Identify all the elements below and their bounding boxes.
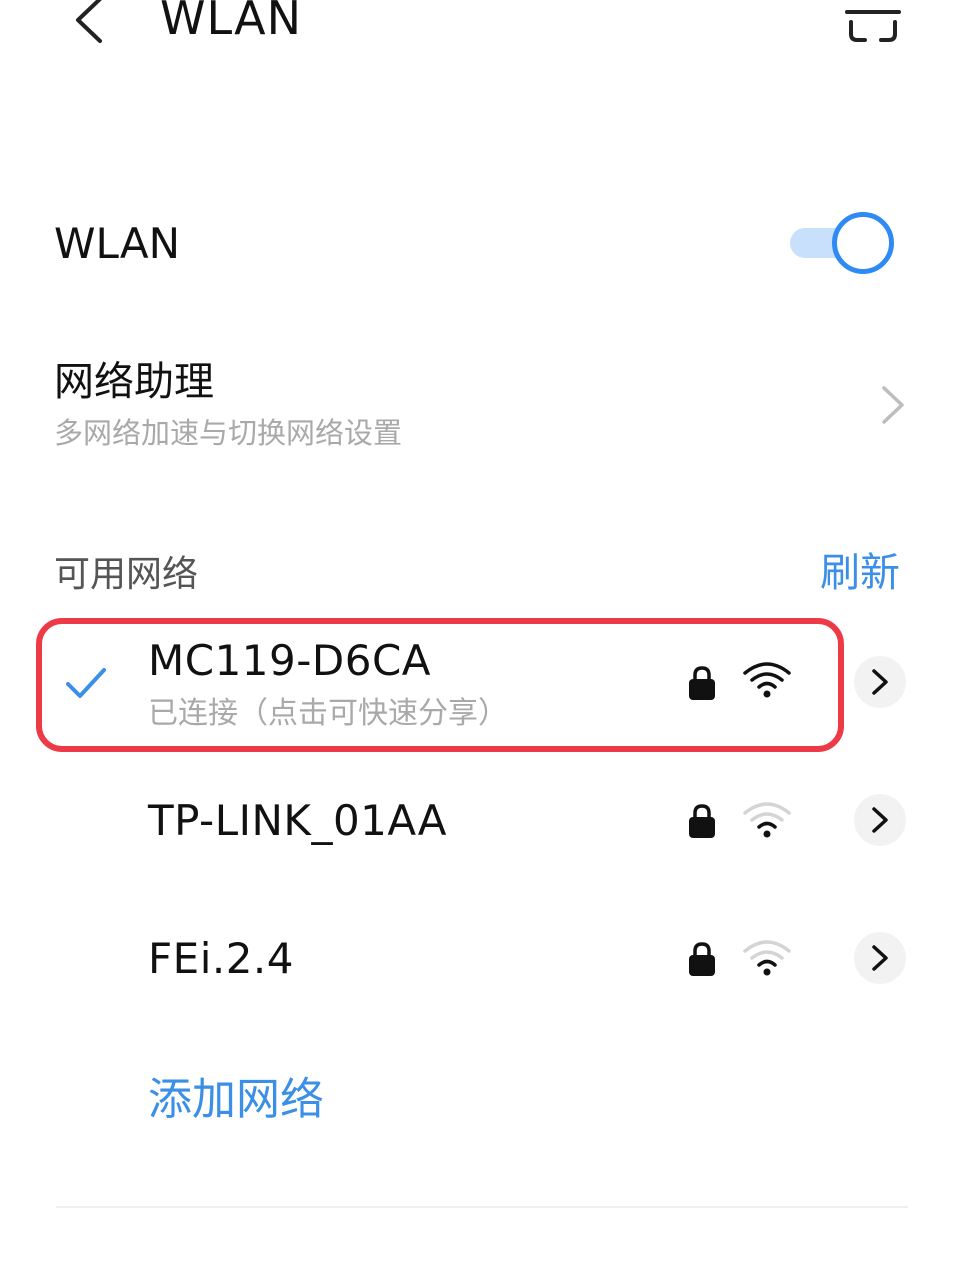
network-detail-button[interactable] <box>854 932 906 984</box>
network-assistant-title: 网络助理 <box>54 359 214 405</box>
wlan-toggle-row: WLAN <box>0 200 960 290</box>
wifi-signal-icon <box>743 802 791 838</box>
lock-icon <box>689 942 715 976</box>
divider <box>56 1206 908 1208</box>
wifi-signal-icon <box>743 940 791 976</box>
refresh-button[interactable]: 刷新 <box>820 548 900 598</box>
scan-icon <box>845 10 901 42</box>
network-assistant-subtitle: 多网络加速与切换网络设置 <box>54 416 403 450</box>
network-item-mc119-d6ca[interactable]: MC119-D6CA 已连接（点击可快速分享） <box>0 624 960 744</box>
chevron-right-icon <box>872 669 888 695</box>
available-networks-label: 可用网络 <box>54 554 199 595</box>
network-name: TP-LINK_01AA <box>148 796 448 845</box>
chevron-right-icon <box>882 386 904 424</box>
back-button[interactable] <box>60 0 116 48</box>
network-item-tp-link-01aa[interactable]: TP-LINK_01AA <box>0 760 960 880</box>
network-name: MC119-D6CA <box>148 636 432 685</box>
network-name: FEi.2.4 <box>148 934 295 983</box>
check-icon <box>66 668 106 698</box>
network-status: 已连接（点击可快速分享） <box>148 696 508 731</box>
chevron-left-icon <box>76 0 102 43</box>
network-item-fei-2-4[interactable]: FEi.2.4 <box>0 898 960 1018</box>
wlan-label: WLAN <box>54 219 181 268</box>
wifi-signal-icon <box>743 662 791 698</box>
page-title: WLAN <box>160 0 303 45</box>
add-network-button[interactable]: 添加网络 <box>148 1072 324 1128</box>
wlan-toggle[interactable] <box>786 210 898 276</box>
toggle-knob <box>832 212 894 274</box>
scan-button[interactable] <box>840 0 906 48</box>
network-assistant-row[interactable]: 网络助理 多网络加速与切换网络设置 <box>0 352 960 462</box>
network-detail-button[interactable] <box>854 656 906 708</box>
network-detail-button[interactable] <box>854 794 906 846</box>
wlan-settings-page: WLAN WLAN 网络助理 多网络加速与切换网络设置 可用网络 刷新 MC11… <box>0 0 960 1280</box>
chevron-right-icon <box>872 945 888 971</box>
lock-icon <box>689 666 715 700</box>
lock-icon <box>689 804 715 838</box>
chevron-right-icon <box>872 807 888 833</box>
